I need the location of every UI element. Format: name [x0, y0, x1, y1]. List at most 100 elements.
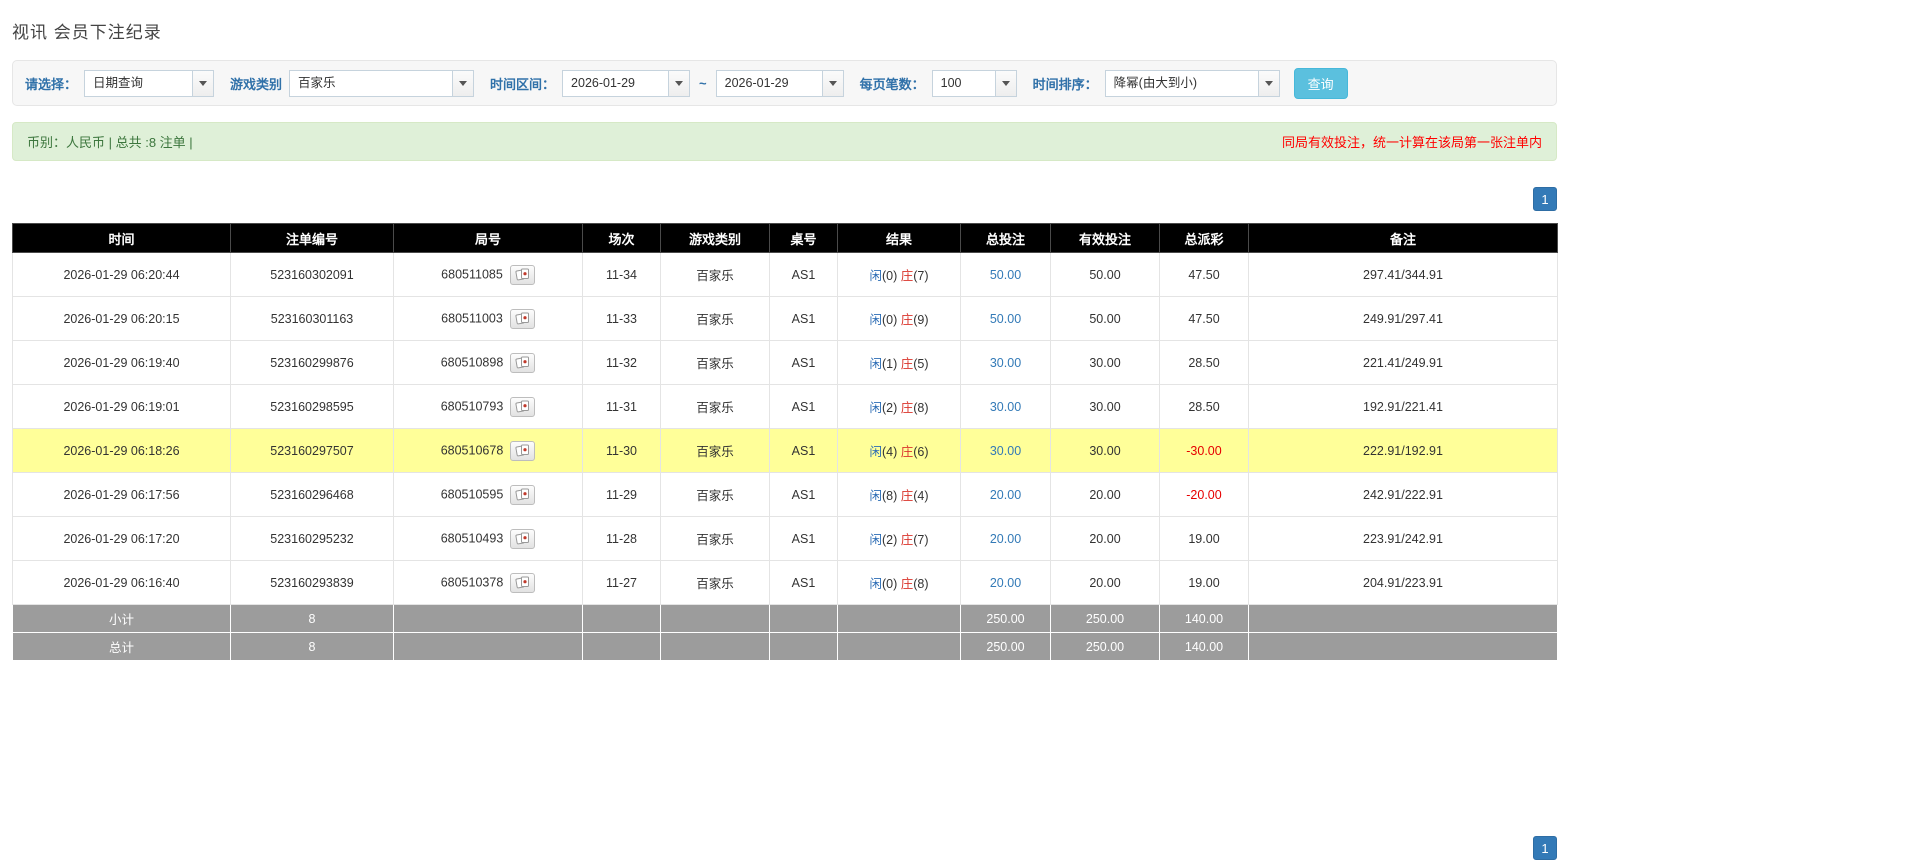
- header-session: 场次: [582, 223, 661, 253]
- table-no-cell: AS1: [769, 252, 838, 297]
- cards-icon: [515, 576, 530, 589]
- valid-bet-cell: 50.00: [1050, 252, 1160, 297]
- total-bet-cell: 30.00: [960, 340, 1051, 385]
- remark-cell: 242.91/222.91: [1248, 472, 1558, 517]
- view-cards-button[interactable]: [510, 572, 536, 593]
- per-page-label: 每页笔数：: [859, 76, 925, 92]
- sort-select[interactable]: 降幂(由大到小): [1104, 69, 1280, 97]
- result-player-label: 闲: [869, 313, 882, 327]
- date-to-value: 2026-01-29: [724, 75, 789, 90]
- table-no-value: AS1: [791, 399, 816, 414]
- remark-value: 223.91/242.91: [1363, 531, 1443, 546]
- table-row: 2026-01-29 06:18:26 523160297507 6805106…: [12, 428, 1558, 473]
- total-payout-cell: 19.00: [1159, 560, 1249, 605]
- page-1-button[interactable]: 1: [1533, 836, 1557, 860]
- bet-id-cell: 523160293839: [230, 560, 394, 605]
- game-type-cell: 百家乐: [660, 384, 770, 429]
- time-cell: 2026-01-29 06:17:56: [12, 472, 231, 517]
- view-cards-button[interactable]: [509, 264, 535, 285]
- result-player-score: (0): [881, 577, 898, 591]
- game-type-value: 百家乐: [696, 313, 734, 327]
- header-game-type: 游戏类别: [660, 223, 770, 253]
- valid-bet-cell: 20.00: [1050, 472, 1160, 517]
- sort-value: 降幂(由大到小): [1113, 75, 1197, 90]
- bet-records-table: 时间 注单编号 局号 场次 游戏类别 桌号 结果 总投注 有效投注 总派彩 备注…: [12, 223, 1558, 661]
- header-total-payout: 总派彩: [1159, 223, 1249, 253]
- result-player-score: (0): [881, 313, 898, 327]
- game-type-cell: 百家乐: [660, 516, 770, 561]
- chevron-down-icon[interactable]: [452, 70, 474, 96]
- round-cell: 680510493: [393, 516, 583, 561]
- table-no-cell: AS1: [769, 384, 838, 429]
- chevron-down-icon[interactable]: [668, 70, 690, 96]
- filter-group-per-page: 每页笔数： 100: [859, 69, 1017, 97]
- total-bet-link[interactable]: 30.00: [990, 400, 1021, 414]
- time-cell: 2026-01-29 06:17:20: [12, 516, 231, 561]
- result-banker-label: 庄: [900, 269, 914, 283]
- result-cell: 闲(2) 庄(7): [837, 516, 961, 561]
- remark-value: 204.91/223.91: [1363, 575, 1443, 590]
- remark-cell: 192.91/221.41: [1248, 384, 1558, 429]
- page-1-button[interactable]: 1: [1533, 187, 1557, 211]
- bet-id-cell: 523160298595: [230, 384, 394, 429]
- session-value: 11-32: [605, 355, 638, 370]
- table-no-value: AS1: [791, 443, 816, 458]
- game-type-select[interactable]: 百家乐: [289, 69, 475, 97]
- round-cell: 680510378: [393, 560, 583, 605]
- result-banker-score: (5): [913, 357, 929, 371]
- result-banker-label: 庄: [900, 533, 914, 547]
- round-cell: 680510898: [393, 340, 583, 385]
- game-type-cell: 百家乐: [660, 340, 770, 385]
- chevron-down-icon[interactable]: [192, 70, 214, 96]
- subtotal-label: 小计: [12, 604, 231, 633]
- view-cards-button[interactable]: [509, 308, 535, 329]
- view-cards-button[interactable]: [510, 352, 536, 373]
- date-to-select[interactable]: 2026-01-29: [715, 69, 844, 97]
- total-bet-cell: 20.00: [960, 472, 1051, 517]
- query-type-select[interactable]: 日期查询: [84, 69, 215, 97]
- result-cell: 闲(1) 庄(5): [837, 340, 961, 385]
- total-count: 8: [230, 632, 394, 661]
- header-round-no: 局号: [393, 223, 583, 253]
- total-bet-link[interactable]: 30.00: [990, 444, 1021, 458]
- chevron-down-icon[interactable]: [1257, 70, 1279, 96]
- search-button[interactable]: 查询: [1293, 67, 1348, 99]
- total-bet-link[interactable]: 50.00: [990, 268, 1021, 282]
- total-bet-cell: 20.00: [960, 560, 1051, 605]
- total-bet-link[interactable]: 20.00: [990, 576, 1021, 590]
- chevron-down-icon[interactable]: [821, 70, 843, 96]
- view-cards-button[interactable]: [510, 528, 536, 549]
- total-bet-link[interactable]: 20.00: [990, 532, 1021, 546]
- remark-cell: 221.41/249.91: [1248, 340, 1558, 385]
- valid-bet-cell: 50.00: [1050, 296, 1160, 341]
- filter-group-sort: 时间排序： 降幂(由大到小): [1033, 69, 1280, 97]
- result-cell: 闲(0) 庄(7): [837, 252, 961, 297]
- cards-icon: [515, 532, 530, 545]
- session-cell: 11-34: [582, 252, 661, 297]
- total-payout-cell: 19.00: [1159, 516, 1249, 561]
- round-cell: 680511003: [393, 296, 583, 341]
- table-row: 2026-01-29 06:20:15 523160301163 6805110…: [12, 296, 1558, 341]
- query-type-value: 日期查询: [93, 75, 144, 90]
- per-page-select[interactable]: 100: [931, 69, 1017, 97]
- time-value: 2026-01-29 06:17:56: [63, 487, 180, 502]
- round-cell: 680511085: [393, 252, 583, 297]
- view-cards-button[interactable]: [510, 440, 536, 461]
- bet-id-value: 523160298595: [270, 399, 354, 414]
- chevron-down-icon[interactable]: [994, 70, 1016, 96]
- result-cell: 闲(4) 庄(6): [837, 428, 961, 473]
- date-from-select[interactable]: 2026-01-29: [562, 69, 691, 97]
- result-player-label: 闲: [869, 533, 882, 547]
- result-player-score: (2): [881, 533, 898, 547]
- session-value: 11-29: [605, 487, 638, 502]
- game-type-cell: 百家乐: [660, 472, 770, 517]
- total-bet-link[interactable]: 50.00: [990, 312, 1021, 326]
- per-page-value: 100: [940, 75, 962, 90]
- select-label: 请选择：: [25, 76, 78, 92]
- view-cards-button[interactable]: [510, 396, 536, 417]
- total-bet-link[interactable]: 20.00: [990, 488, 1021, 502]
- result-banker-score: (6): [913, 445, 929, 459]
- result-cell: 闲(8) 庄(4): [837, 472, 961, 517]
- total-bet-link[interactable]: 30.00: [990, 356, 1021, 370]
- view-cards-button[interactable]: [510, 484, 536, 505]
